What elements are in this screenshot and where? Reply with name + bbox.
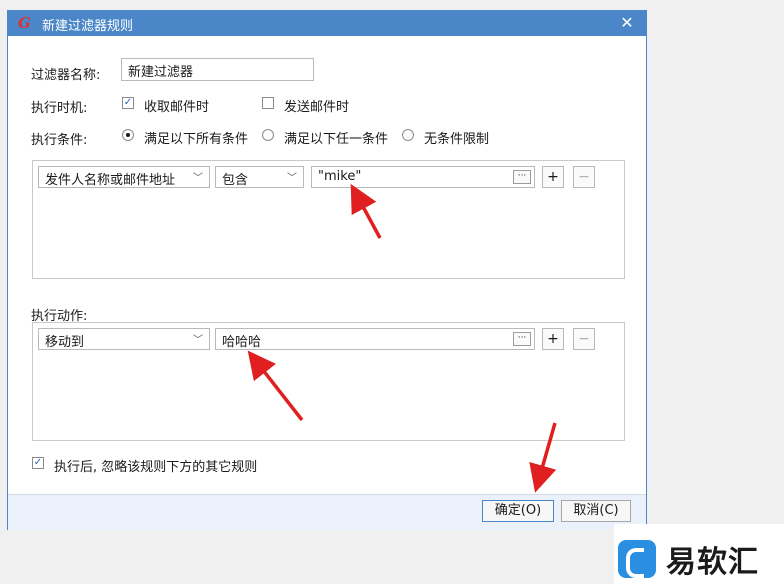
remove-action-button[interactable]: −	[573, 328, 595, 350]
radio-no-condition[interactable]	[402, 129, 414, 141]
radio-any-condition[interactable]	[262, 129, 274, 141]
app-logo-icon: G	[18, 14, 31, 32]
condition-field-value: 发件人名称或邮件地址	[45, 173, 176, 188]
receive-checkbox-label: 收取邮件时	[144, 100, 210, 115]
dialog-footer: 确定(O) 取消(C)	[8, 494, 646, 530]
condition-panel: 发件人名称或邮件地址 ﹀ 包含 ﹀ "mike" ··· + −	[32, 160, 625, 279]
condition-operator-value: 包含	[222, 173, 249, 188]
add-action-button[interactable]: +	[542, 328, 564, 350]
watermark-text: 易软汇	[666, 545, 759, 580]
chevron-down-icon: ﹀	[287, 173, 297, 184]
filter-name-label: 过滤器名称:	[31, 68, 101, 83]
timing-label: 执行时机:	[31, 101, 88, 116]
filter-rule-dialog: G 新建过滤器规则 ✕ 过滤器名称: 新建过滤器 执行时机: ✓ 收取邮件时 发…	[7, 10, 647, 530]
radio-no-condition-label: 无条件限制	[424, 132, 490, 147]
ok-button[interactable]: 确定(O)	[482, 500, 554, 522]
action-target-input[interactable]: 哈哈哈 ···	[215, 328, 535, 350]
window-title: 新建过滤器规则	[42, 19, 134, 34]
cancel-button[interactable]: 取消(C)	[561, 500, 631, 522]
condition-field-select[interactable]: 发件人名称或邮件地址 ﹀	[38, 166, 210, 188]
watermark: 易软汇	[614, 524, 784, 584]
condition-value-input[interactable]: "mike" ···	[311, 166, 535, 188]
radio-all-conditions[interactable]	[122, 129, 134, 141]
send-checkbox-label: 发送邮件时	[284, 100, 350, 115]
action-target-text: 哈哈哈	[222, 335, 262, 350]
receive-checkbox[interactable]: ✓	[122, 97, 134, 109]
send-checkbox[interactable]	[262, 97, 274, 109]
condition-value-text: "mike"	[318, 169, 362, 184]
browse-button[interactable]: ···	[513, 332, 531, 346]
action-type-value: 移动到	[45, 335, 85, 350]
stop-processing-checkbox[interactable]: ✓	[32, 457, 44, 469]
title-bar: G 新建过滤器规则 ✕	[8, 11, 646, 36]
add-condition-button[interactable]: +	[542, 166, 564, 188]
actions-panel: 移动到 ﹀ 哈哈哈 ··· + −	[32, 322, 625, 441]
condition-operator-select[interactable]: 包含 ﹀	[215, 166, 304, 188]
condition-label: 执行条件:	[31, 133, 88, 148]
close-icon[interactable]: ✕	[618, 14, 636, 32]
stop-processing-label: 执行后, 忽略该规则下方的其它规则	[54, 460, 258, 475]
filter-name-input[interactable]: 新建过滤器	[121, 58, 314, 81]
radio-any-condition-label: 满足以下任一条件	[284, 132, 389, 147]
watermark-logo-icon	[618, 540, 656, 578]
action-type-select[interactable]: 移动到 ﹀	[38, 328, 210, 350]
radio-all-conditions-label: 满足以下所有条件	[144, 132, 249, 147]
remove-condition-button[interactable]: −	[573, 166, 595, 188]
browse-button[interactable]: ···	[513, 170, 531, 184]
chevron-down-icon: ﹀	[193, 173, 203, 184]
chevron-down-icon: ﹀	[193, 335, 203, 346]
